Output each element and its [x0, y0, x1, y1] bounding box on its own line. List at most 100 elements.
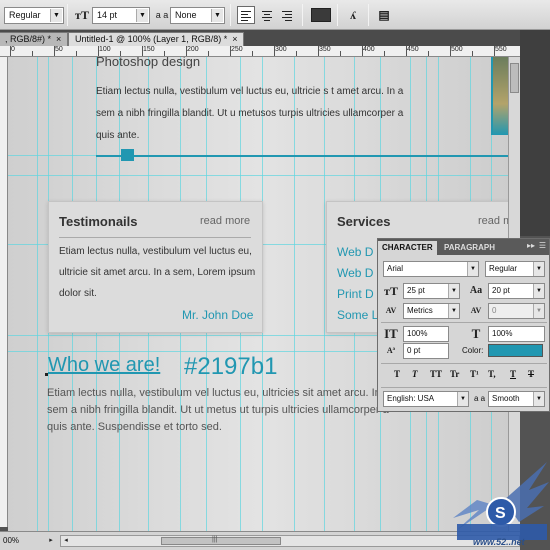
vertical-ruler — [0, 57, 8, 527]
scroll-left-icon[interactable]: ◂ — [61, 535, 71, 547]
horizontal-scale-icon: T — [471, 326, 481, 341]
underline-button[interactable]: T — [510, 369, 516, 379]
service-link[interactable]: Web D — [337, 266, 373, 280]
tracking-field[interactable]: 0 ▼ — [488, 303, 545, 319]
close-icon[interactable]: × — [232, 34, 237, 44]
color-swatch[interactable] — [488, 344, 543, 357]
document-tab-active[interactable]: Untitled-1 @ 100% (Layer 1, RGB/8) * × — [68, 32, 245, 46]
baseline-shift-field[interactable]: 0 pt — [403, 343, 449, 359]
font-family-select[interactable]: Arial ▼ — [383, 261, 479, 277]
faux-bold-button[interactable]: T — [394, 369, 400, 379]
chevron-down-icon: ▼ — [211, 9, 223, 22]
ruler-tick-label: 350 — [319, 46, 331, 53]
who-we-are-text: Etiam lectus nulla, vestibulum vel luctu… — [47, 387, 390, 433]
panel-divider — [381, 322, 547, 323]
align-center-button[interactable] — [258, 6, 276, 24]
testimonials-read-more-link[interactable]: read more — [200, 215, 250, 227]
services-read-more-link[interactable]: read m — [478, 215, 508, 227]
ruler-tick-label: 200 — [187, 46, 199, 53]
font-size-value: 25 pt — [407, 286, 425, 295]
guide-line — [8, 175, 508, 176]
accent-block — [121, 149, 134, 161]
tab-character[interactable]: CHARACTER — [378, 241, 437, 255]
text-color-swatch[interactable] — [311, 8, 331, 22]
who-we-are-heading: Who we are! — [48, 354, 161, 376]
ruler-tick-label: 250 — [231, 46, 243, 53]
kerning-value: Metrics — [407, 306, 433, 315]
font-style-select[interactable]: Regular ▼ — [4, 7, 64, 24]
document-tab-label: , RGB/8#) * — [5, 34, 52, 44]
language-select[interactable]: English: USA ▼ — [383, 391, 469, 407]
header-photo — [491, 57, 508, 135]
panel-divider — [381, 387, 547, 388]
chevron-down-icon: ▼ — [467, 262, 478, 276]
character-panel: CHARACTER PARAGRAPH ▸▸ ☰ Arial ▼ Regular ▼… — [377, 238, 550, 412]
panel-menu-icon[interactable]: ☰ — [539, 241, 546, 250]
leading-value: 20 pt — [492, 286, 510, 295]
chevron-down-icon: ▼ — [448, 284, 459, 298]
scrollbar-thumb[interactable]: ||| — [161, 536, 281, 545]
font-size-select[interactable]: 14 pt ▼ — [92, 7, 150, 24]
service-link[interactable]: Some L — [337, 308, 378, 322]
guide-line — [37, 57, 38, 531]
align-right-button[interactable] — [278, 6, 296, 24]
all-caps-button[interactable]: TT — [430, 369, 442, 379]
antialias-select[interactable]: Smooth ▼ — [488, 391, 545, 407]
kerning-icon: AV — [385, 306, 397, 315]
font-style-select[interactable]: Regular ▼ — [485, 261, 545, 277]
antialias-value: None — [175, 10, 197, 20]
antialias-icon: a a — [474, 394, 486, 403]
panel-divider — [381, 363, 547, 364]
service-link[interactable]: Print D — [337, 287, 374, 301]
superscript-button[interactable]: T¹ — [470, 369, 479, 379]
vertical-scale-field[interactable]: 100% — [403, 326, 449, 342]
style-buttons: T T TT Tr T¹ T, T T — [390, 369, 540, 383]
strikethrough-button[interactable]: T — [528, 369, 534, 379]
panels-toggle-icon[interactable]: ▤ — [374, 6, 394, 25]
language-value: English: USA — [387, 394, 435, 403]
horizontal-scale-field[interactable]: 100% — [488, 326, 545, 342]
ruler-tick-label: 0 — [11, 46, 15, 53]
collapse-icon[interactable]: ▸▸ — [527, 241, 535, 250]
zoom-level[interactable]: 00% — [0, 534, 40, 548]
toolbar-separator — [302, 4, 303, 26]
toolbar-separator — [230, 4, 231, 26]
hex-color-label: #2197b1 — [184, 353, 278, 380]
ruler-tick-label: 300 — [275, 46, 287, 53]
service-link[interactable]: Web D — [337, 245, 373, 259]
warp-text-icon[interactable]: ʎ — [343, 6, 363, 25]
antialias-icon: a a — [155, 10, 169, 20]
toolbar-separator — [67, 4, 68, 26]
subscript-button[interactable]: T, — [488, 369, 496, 379]
kerning-field[interactable]: Metrics ▼ — [403, 303, 460, 319]
font-size-field[interactable]: 25 pt ▼ — [403, 283, 460, 299]
align-left-button[interactable] — [237, 6, 255, 24]
leading-field[interactable]: 20 pt ▼ — [488, 283, 545, 299]
grip-icon: ||| — [212, 536, 218, 543]
testimonials-text: Etiam lectus nulla, vestibulum vel luctu… — [59, 246, 256, 299]
status-menu-arrow-icon[interactable]: ▸ — [46, 535, 56, 547]
testimonials-card: Testimonails read more Etiam lectus null… — [48, 201, 263, 333]
font-family-value: Arial — [387, 264, 404, 273]
tab-paragraph[interactable]: PARAGRAPH — [440, 241, 499, 255]
svg-text:S: S — [495, 505, 506, 522]
document-tab[interactable]: , RGB/8#) * × — [0, 32, 69, 46]
section-title: Photoshop design — [96, 57, 201, 69]
ruler-tick-label: 500 — [451, 46, 463, 53]
close-icon[interactable]: × — [56, 34, 61, 44]
antialias-value: Smooth — [492, 394, 520, 403]
chevron-down-icon: ▼ — [533, 304, 544, 318]
faux-italic-button[interactable]: T — [412, 369, 418, 379]
antialias-select[interactable]: None ▼ — [170, 7, 225, 24]
font-size-icon: тT — [384, 284, 398, 298]
intro-paragraph: Etiam lectus nulla, vestibulum vel luctu… — [96, 86, 404, 141]
small-caps-button[interactable]: Tr — [450, 369, 459, 379]
card-divider — [59, 237, 251, 238]
chevron-down-icon: ▼ — [136, 9, 148, 22]
ruler-tick-label: 50 — [55, 46, 63, 53]
document-tab-label: Untitled-1 @ 100% (Layer 1, RGB/8) * — [75, 34, 228, 44]
divider-line — [96, 155, 508, 157]
panel-tabs: CHARACTER PARAGRAPH ▸▸ ☰ — [378, 239, 549, 255]
baseline-shift-icon: Aª — [386, 346, 396, 355]
scrollbar-thumb[interactable] — [510, 63, 519, 93]
